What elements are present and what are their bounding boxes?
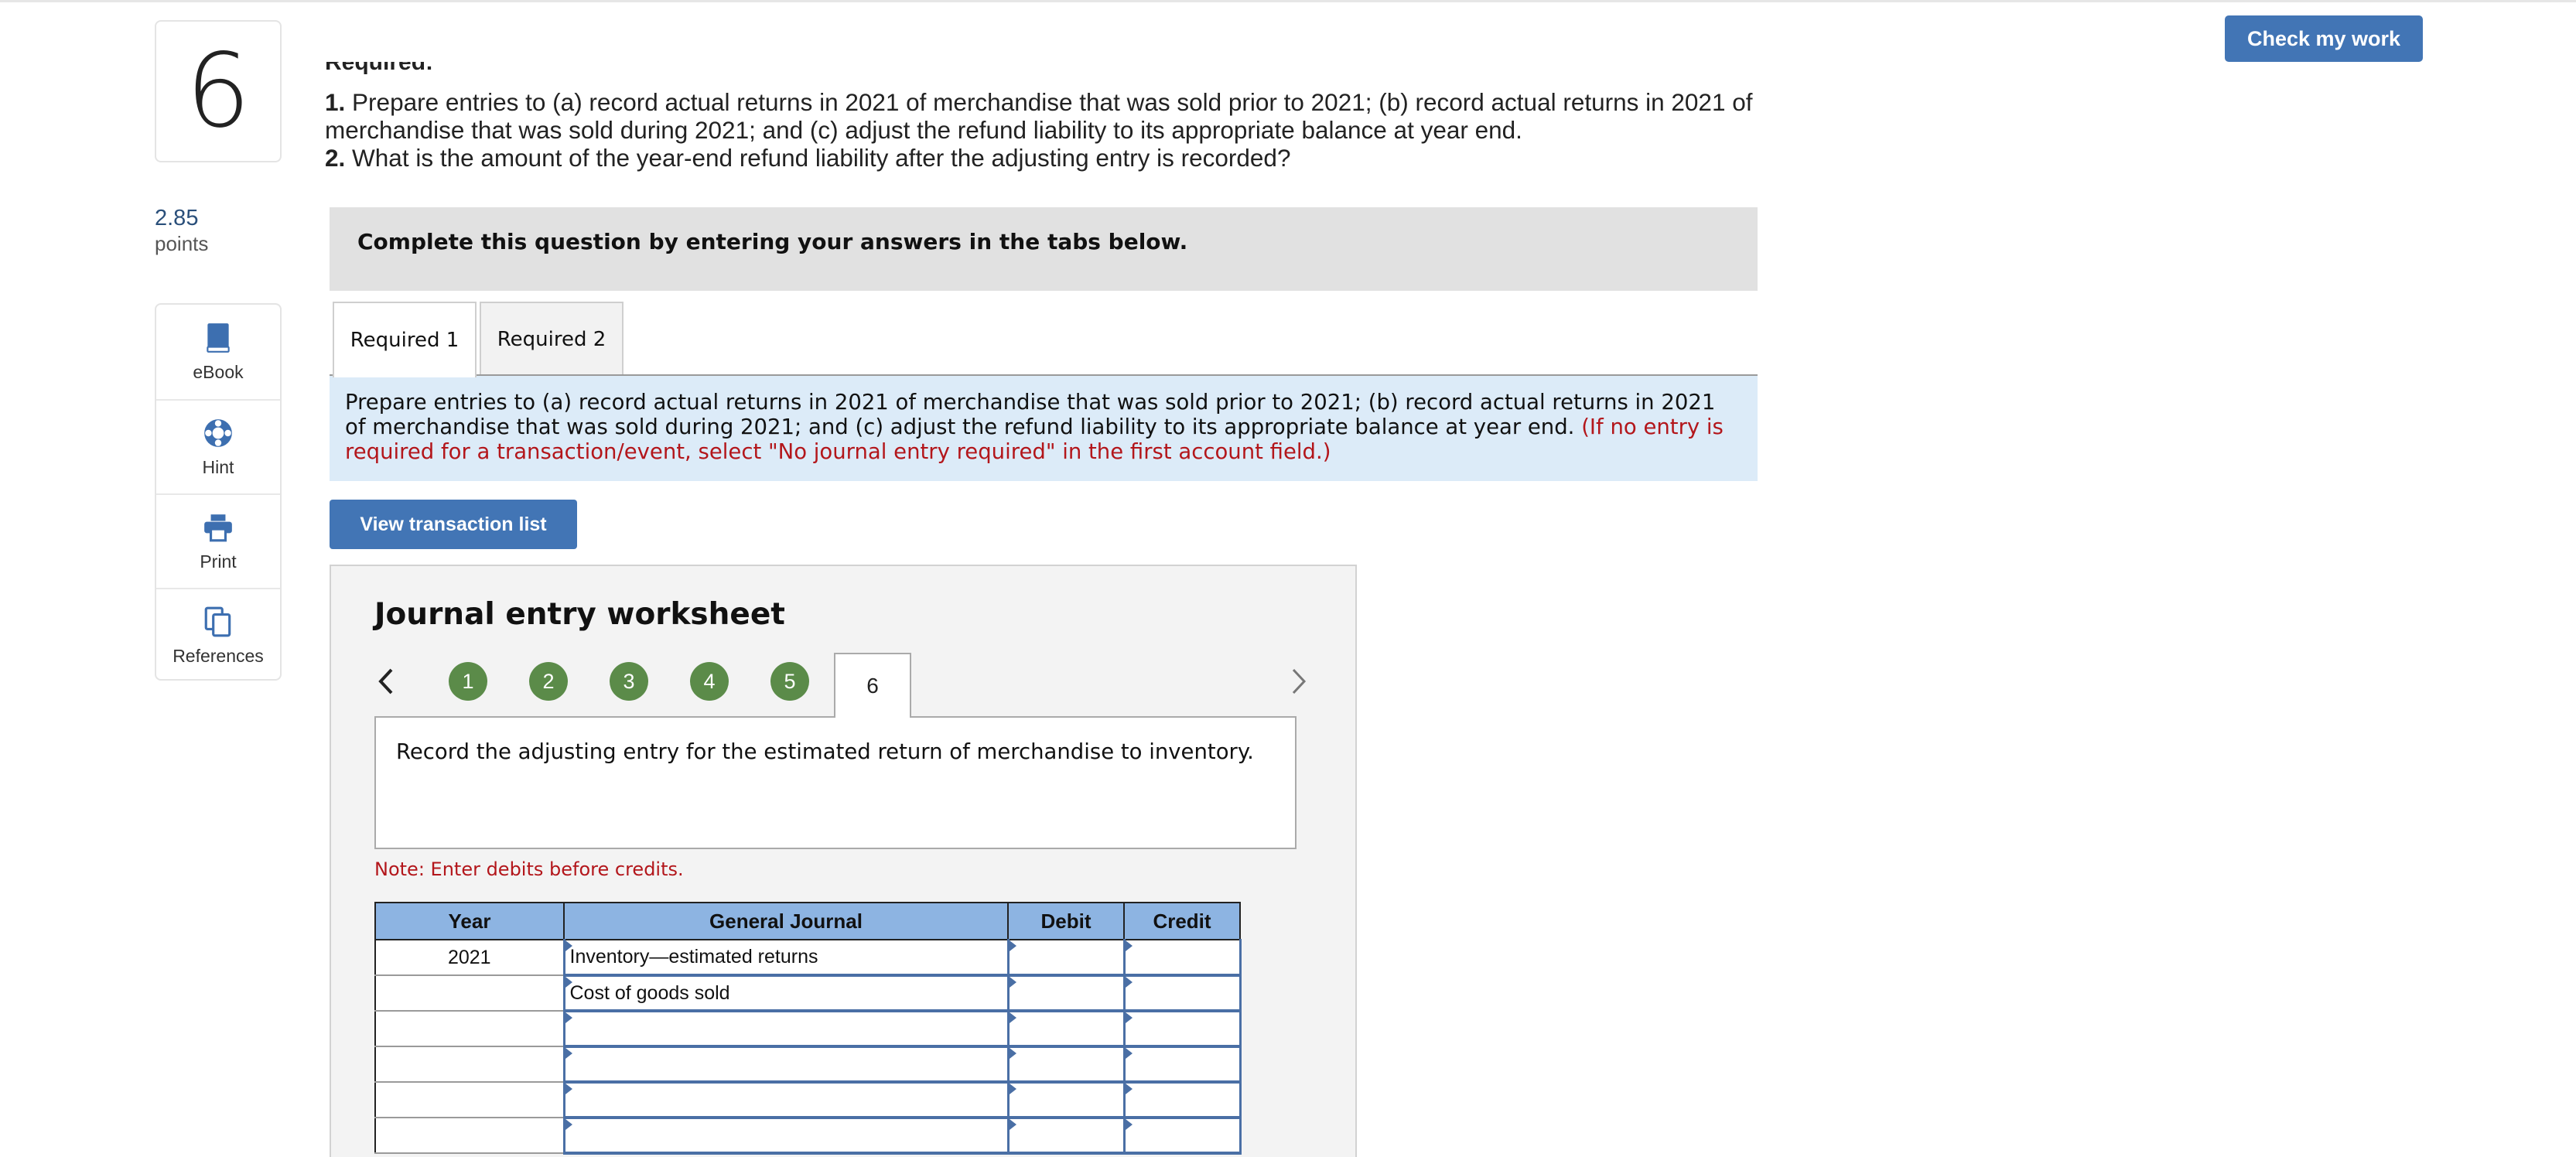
dropdown-marker-icon xyxy=(565,1048,572,1059)
account-select[interactable]: Inventory—estimated returns xyxy=(562,939,1009,977)
credit-input[interactable] xyxy=(1122,974,1242,1012)
debit-input[interactable] xyxy=(1006,1117,1125,1155)
table-row xyxy=(374,1010,1242,1048)
hint-button[interactable]: Hint xyxy=(156,399,280,493)
instructions-text: Prepare entries to (a) record actual ret… xyxy=(345,390,1716,439)
input-marker-icon xyxy=(1125,1048,1133,1059)
input-marker-icon xyxy=(1125,1012,1133,1023)
table-row: Cost of goods sold xyxy=(374,974,1242,1012)
col-debit: Debit xyxy=(1007,902,1125,940)
dropdown-marker-icon xyxy=(565,1084,572,1094)
references-label: References xyxy=(173,645,264,666)
debit-input[interactable] xyxy=(1006,1046,1125,1084)
dropdown-marker-icon xyxy=(565,940,572,951)
points-value: 2.85 xyxy=(155,206,199,230)
dropdown-marker-icon xyxy=(565,1012,572,1023)
journal-entry-worksheet: Journal entry worksheet 1 2 3 4 5 6 Reco… xyxy=(330,565,1357,1157)
ebook-label: eBook xyxy=(193,361,244,382)
input-marker-icon xyxy=(1125,977,1133,988)
view-transaction-list-button[interactable]: View transaction list xyxy=(330,500,577,549)
references-button[interactable]: References xyxy=(156,588,280,682)
table-row: 2021 Inventory—estimated returns xyxy=(374,939,1242,977)
account-select[interactable] xyxy=(562,1081,1009,1119)
journal-table: Year General Journal Debit Credit 2021 In… xyxy=(374,902,1242,1155)
required-item-1: 1. Prepare entries to (a) record actual … xyxy=(325,88,1753,144)
step-4[interactable]: 4 xyxy=(690,662,729,701)
tab-required-2[interactable]: Required 2 xyxy=(480,302,624,376)
print-button[interactable]: Print xyxy=(156,493,280,588)
table-row xyxy=(374,1117,1242,1155)
account-value: Cost of goods sold xyxy=(569,981,730,1004)
lifebuoy-icon xyxy=(204,418,232,447)
input-marker-icon xyxy=(1125,940,1133,951)
credit-input[interactable] xyxy=(1122,1046,1242,1084)
top-divider xyxy=(0,0,2576,2)
step-6-active[interactable]: 6 xyxy=(834,653,911,718)
copy-icon xyxy=(204,606,231,637)
step-3[interactable]: 3 xyxy=(610,662,648,701)
debit-input[interactable] xyxy=(1006,1010,1125,1048)
account-value: Inventory—estimated returns xyxy=(569,946,818,968)
credit-input[interactable] xyxy=(1122,1081,1242,1119)
year-cell[interactable] xyxy=(374,1117,565,1154)
step-5[interactable]: 5 xyxy=(770,662,809,701)
input-marker-icon xyxy=(1009,1012,1016,1023)
step-2[interactable]: 2 xyxy=(529,662,568,701)
instruction-banner: Complete this question by entering your … xyxy=(330,207,1758,291)
question-number: 6 xyxy=(186,32,251,151)
debits-note: Note: Enter debits before credits. xyxy=(374,858,684,880)
ebook-button[interactable]: eBook xyxy=(156,305,280,399)
credit-input[interactable] xyxy=(1122,939,1242,977)
table-row xyxy=(374,1081,1242,1119)
input-marker-icon xyxy=(1125,1084,1133,1094)
year-cell[interactable] xyxy=(374,1081,565,1118)
col-year: Year xyxy=(374,902,565,940)
debit-input[interactable] xyxy=(1006,939,1125,977)
col-general-journal: General Journal xyxy=(563,902,1009,940)
printer-icon xyxy=(204,514,232,541)
hint-label: Hint xyxy=(202,456,234,477)
book-icon xyxy=(207,323,230,353)
tab-instructions: Prepare entries to (a) record actual ret… xyxy=(330,376,1758,481)
year-cell[interactable] xyxy=(374,974,565,1012)
worksheet-title: Journal entry worksheet xyxy=(374,597,785,632)
account-select[interactable] xyxy=(562,1046,1009,1084)
input-marker-icon xyxy=(1009,940,1016,951)
print-label: Print xyxy=(200,551,237,572)
input-marker-icon xyxy=(1009,977,1016,988)
chevron-right-icon[interactable] xyxy=(1287,662,1310,701)
banner-text: Complete this question by entering your … xyxy=(357,229,1188,254)
required-item-2: 2. What is the amount of the year-end re… xyxy=(325,144,1291,172)
required-heading: Required: xyxy=(325,62,434,75)
account-select[interactable]: Cost of goods sold xyxy=(562,974,1009,1012)
required-text: 1. Prepare entries to (a) record actual … xyxy=(325,88,1779,172)
step-1[interactable]: 1 xyxy=(449,662,487,701)
credit-input[interactable] xyxy=(1122,1010,1242,1048)
year-cell[interactable]: 2021 xyxy=(374,939,565,976)
input-marker-icon xyxy=(1125,1119,1133,1130)
col-credit: Credit xyxy=(1123,902,1241,940)
check-my-work-button[interactable]: Check my work xyxy=(2225,15,2423,62)
entry-prompt: Record the adjusting entry for the estim… xyxy=(374,716,1297,849)
account-select[interactable] xyxy=(562,1010,1009,1048)
table-row xyxy=(374,1046,1242,1084)
question-number-box: 6 xyxy=(155,20,282,162)
points-label: points xyxy=(155,232,209,255)
debit-input[interactable] xyxy=(1006,1081,1125,1119)
chevron-left-icon[interactable] xyxy=(374,662,398,701)
required-heading-clip: Required: xyxy=(325,62,944,85)
tools-panel: eBook Hint Print References xyxy=(155,303,282,681)
credit-input[interactable] xyxy=(1122,1117,1242,1155)
year-cell[interactable] xyxy=(374,1010,565,1047)
dropdown-marker-icon xyxy=(565,977,572,988)
debit-input[interactable] xyxy=(1006,974,1125,1012)
dropdown-marker-icon xyxy=(565,1119,572,1130)
input-marker-icon xyxy=(1009,1084,1016,1094)
journal-header-row: Year General Journal Debit Credit xyxy=(374,902,1241,940)
account-select[interactable] xyxy=(562,1117,1009,1155)
year-cell[interactable] xyxy=(374,1046,565,1083)
input-marker-icon xyxy=(1009,1119,1016,1130)
tab-required-1[interactable]: Required 1 xyxy=(333,302,477,377)
input-marker-icon xyxy=(1009,1048,1016,1059)
